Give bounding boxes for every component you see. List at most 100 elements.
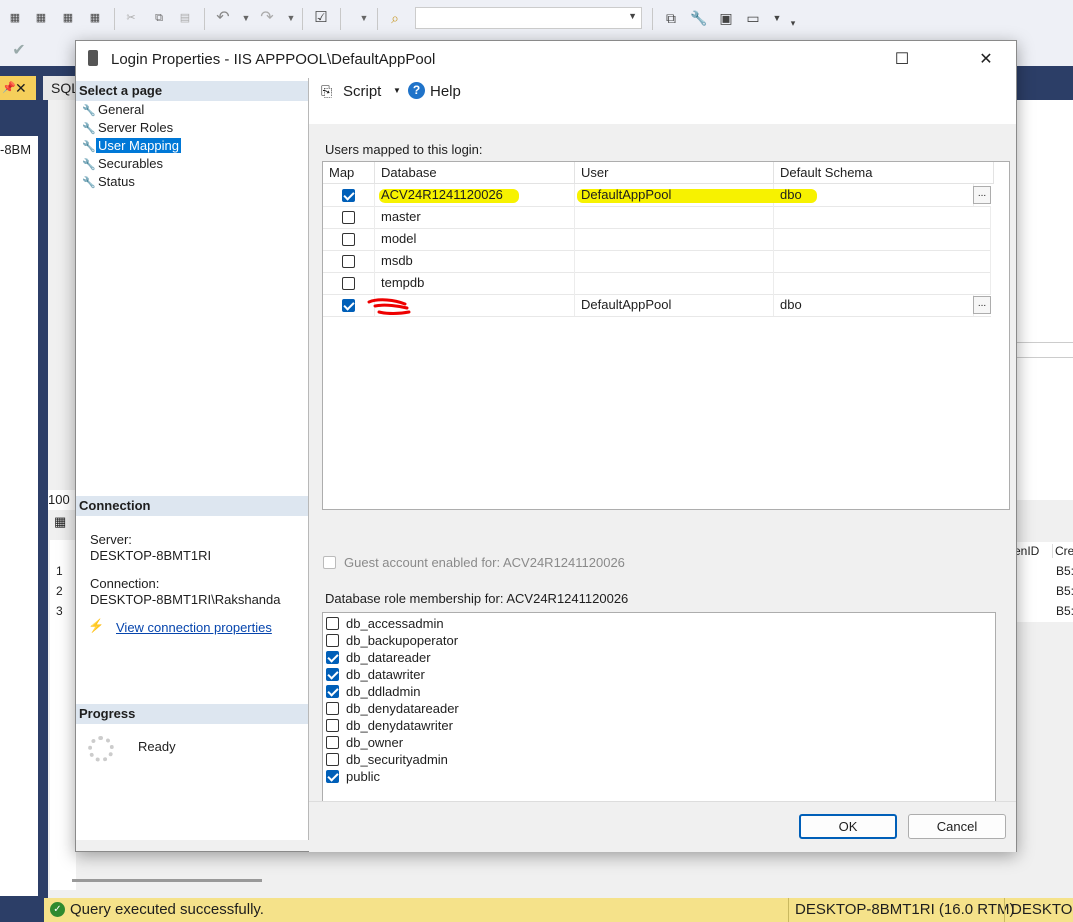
map-checkbox[interactable]: [342, 233, 355, 246]
schema-browse-button[interactable]: ...: [973, 296, 991, 314]
close-icon[interactable]: ✕: [15, 76, 27, 100]
column-header-default-schema[interactable]: Default Schema: [774, 162, 994, 184]
maximize-button[interactable]: ☐: [879, 41, 925, 78]
table-row[interactable]: DefaultAppPool dbo ...: [323, 294, 991, 317]
find-icon[interactable]: ⌕: [386, 9, 404, 27]
horizontal-scrollbar[interactable]: [72, 879, 262, 882]
schema-cell[interactable]: dbo: [774, 184, 974, 206]
role-checkbox[interactable]: [326, 651, 339, 664]
database-cell[interactable]: msdb: [375, 250, 575, 272]
toolbox-icon[interactable]: ▣: [717, 9, 735, 27]
user-cell[interactable]: DefaultAppPool: [575, 184, 817, 206]
solution-explorer-icon[interactable]: ⧉: [662, 9, 680, 27]
role-label: db_owner: [346, 735, 404, 750]
paste-icon[interactable]: ▤: [176, 9, 194, 27]
user-cell[interactable]: [575, 250, 774, 272]
chevron-down-icon: ▼: [628, 11, 637, 21]
schema-cell[interactable]: [774, 206, 991, 228]
role-checkbox[interactable]: [326, 634, 339, 647]
script-dropdown-icon[interactable]: ▼: [393, 86, 401, 95]
database-cell[interactable]: tempdb: [375, 272, 575, 294]
status-bar: ✓ Query executed successfully. DESKTOP-8…: [44, 898, 1073, 922]
ok-button[interactable]: OK: [799, 814, 897, 839]
table-row[interactable]: tempdb: [323, 272, 991, 295]
redo-icon[interactable]: ↷: [258, 9, 276, 27]
map-checkbox[interactable]: [342, 277, 355, 290]
role-checkbox[interactable]: [326, 685, 339, 698]
command-window-icon[interactable]: ▭: [744, 9, 762, 27]
column-header-user[interactable]: User: [575, 162, 774, 184]
schema-cell[interactable]: [774, 250, 991, 272]
role-checkbox[interactable]: [326, 668, 339, 681]
object-explorer-tab[interactable]: 📌 ✕: [0, 76, 36, 100]
table-row[interactable]: msdb: [323, 250, 991, 273]
column-header-map[interactable]: Map: [323, 162, 375, 184]
view-connection-properties-link[interactable]: View connection properties: [116, 620, 272, 635]
undo-dropdown-icon[interactable]: ▼: [237, 9, 255, 27]
user-cell[interactable]: DefaultAppPool: [575, 294, 774, 316]
column-header-database[interactable]: Database: [375, 162, 575, 184]
help-icon[interactable]: ?: [408, 82, 425, 99]
schema-cell[interactable]: [774, 272, 991, 294]
page-securables[interactable]: 🔧 Securables: [82, 155, 165, 173]
database-cell[interactable]: master: [375, 206, 575, 228]
xmla-icon[interactable]: ▦: [59, 9, 77, 27]
map-cell: [323, 206, 375, 228]
dax-icon[interactable]: ▦: [86, 9, 104, 27]
role-checkbox[interactable]: [326, 770, 339, 783]
column-header: Cre: [1052, 544, 1073, 558]
schema-cell[interactable]: dbo: [774, 294, 974, 316]
map-checkbox[interactable]: [342, 299, 355, 312]
page-user-mapping[interactable]: 🔧 User Mapping: [82, 137, 181, 155]
database-cell[interactable]: [367, 294, 575, 316]
table-row[interactable]: model: [323, 228, 991, 251]
zoom-level[interactable]: 100: [48, 490, 76, 510]
map-checkbox[interactable]: [342, 189, 355, 202]
role-checkbox[interactable]: [326, 719, 339, 732]
page-general[interactable]: 🔧 General: [82, 101, 146, 119]
status-server: DESKTOP-8BMT1RI (16.0 RTM): [788, 898, 1015, 922]
script-button[interactable]: Script: [343, 83, 381, 100]
user-cell[interactable]: [575, 228, 774, 250]
redaction-scribble: [367, 298, 411, 315]
redo-dropdown-icon[interactable]: ▼: [282, 9, 300, 27]
copy-icon[interactable]: ⧉: [150, 9, 168, 27]
pin-icon[interactable]: 📌: [2, 76, 16, 100]
close-button[interactable]: ✕: [963, 41, 1009, 78]
activity-monitor-icon[interactable]: ☑: [312, 9, 330, 27]
table-row[interactable]: ACV24R1241120026 DefaultAppPool dbo ...: [323, 184, 991, 207]
connection-label: Connection:: [90, 576, 160, 591]
status-server-2: DESKTOP: [1004, 898, 1073, 922]
user-cell[interactable]: [575, 206, 774, 228]
role-checkbox[interactable]: [326, 702, 339, 715]
progress-status: Ready: [138, 739, 176, 754]
role-checkbox[interactable]: [326, 617, 339, 630]
cut-icon[interactable]: ✂: [122, 9, 140, 27]
schema-cell[interactable]: [774, 228, 991, 250]
overflow-icon[interactable]: ▾: [784, 14, 802, 32]
page-status[interactable]: 🔧 Status: [82, 173, 137, 191]
table-row[interactable]: master: [323, 206, 991, 229]
undo-icon[interactable]: ↶: [214, 9, 232, 27]
database-cell[interactable]: ACV24R1241120026: [375, 184, 575, 206]
search-combo[interactable]: ▼: [415, 7, 642, 29]
role-checkbox[interactable]: [326, 736, 339, 749]
dialog-footer: OK Cancel: [309, 801, 1016, 852]
checkmark-icon[interactable]: ✔: [10, 42, 28, 60]
help-button[interactable]: Help: [430, 83, 461, 100]
map-checkbox[interactable]: [342, 255, 355, 268]
cancel-button[interactable]: Cancel: [908, 814, 1006, 839]
wrench-icon[interactable]: 🔧: [690, 9, 708, 27]
role-checkbox[interactable]: [326, 753, 339, 766]
page-server-roles[interactable]: 🔧 Server Roles: [82, 119, 175, 137]
map-checkbox[interactable]: [342, 211, 355, 224]
schema-browse-button[interactable]: ...: [973, 186, 991, 204]
user-cell[interactable]: [575, 272, 774, 294]
mdx-icon[interactable]: ▦: [6, 9, 24, 27]
map-cell: [323, 228, 375, 250]
dialog-titlebar[interactable]: Login Properties - IIS APPPOOL\DefaultAp…: [76, 41, 1016, 78]
dropdown-icon[interactable]: ▼: [355, 9, 373, 27]
database-cell[interactable]: model: [375, 228, 575, 250]
toolbar-separator: [204, 8, 205, 30]
dmx-icon[interactable]: ▦: [32, 9, 50, 27]
